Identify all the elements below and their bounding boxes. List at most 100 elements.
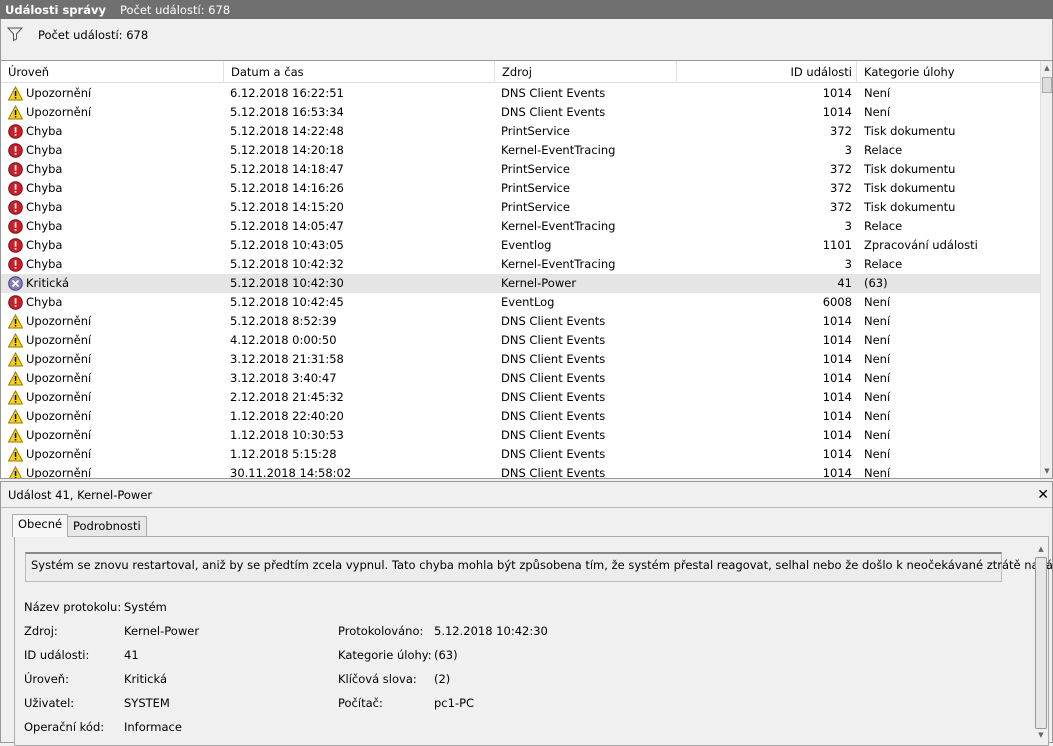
row-level: Upozornění bbox=[26, 314, 92, 328]
scroll-thumb[interactable] bbox=[1042, 77, 1052, 93]
table-row[interactable]: Upozornění 4.12.2018 0:00:50 DNS Client … bbox=[1, 331, 1041, 350]
table-row[interactable]: Upozornění 5.12.2018 16:53:34 DNS Client… bbox=[1, 103, 1041, 122]
detail-title: Událost 41, Kernel-Power bbox=[8, 488, 153, 502]
row-date: 5.12.2018 14:15:20 bbox=[230, 200, 344, 214]
field-value: pc1-PC bbox=[434, 696, 475, 710]
events-table: Úroveň Datum a čas Zdroj ID události Kat… bbox=[0, 60, 1053, 479]
field-label: Počítač: bbox=[338, 696, 383, 710]
row-date: 5.12.2018 14:05:47 bbox=[230, 219, 344, 233]
table-row[interactable]: Upozornění 1.12.2018 5:15:28 DNS Client … bbox=[1, 445, 1041, 464]
table-row[interactable]: Chyba 5.12.2018 14:15:20 PrintService 37… bbox=[1, 198, 1041, 217]
field-value: Kernel-Power bbox=[124, 624, 200, 638]
row-level: Chyba bbox=[26, 181, 63, 195]
app-title: Události správy bbox=[5, 2, 106, 17]
row-id: 3 bbox=[844, 219, 852, 233]
event-detail-pane: Událost 41, Kernel-Power ✕ Obecné Podrob… bbox=[0, 481, 1053, 746]
tab-details[interactable]: Podrobnosti bbox=[67, 516, 147, 536]
column-header-level[interactable]: Úroveň bbox=[1, 61, 224, 83]
row-category: Není bbox=[864, 447, 891, 461]
table-row[interactable]: Upozornění 6.12.2018 16:22:51 DNS Client… bbox=[1, 84, 1041, 103]
row-source: DNS Client Events bbox=[501, 447, 606, 461]
field-label: Operační kód: bbox=[24, 720, 105, 734]
table-row[interactable]: Upozornění 1.12.2018 22:40:20 DNS Client… bbox=[1, 407, 1041, 426]
warning-icon bbox=[8, 465, 23, 478]
row-id: 1014 bbox=[822, 390, 852, 404]
row-source: DNS Client Events bbox=[501, 409, 606, 423]
row-source: PrintService bbox=[501, 162, 570, 176]
scroll-down-icon[interactable]: ▼ bbox=[1034, 728, 1048, 742]
scroll-up-icon[interactable]: ▲ bbox=[1041, 61, 1052, 75]
column-header-category[interactable]: Kategorie úlohy bbox=[857, 61, 1041, 83]
column-header-id[interactable]: ID události bbox=[677, 61, 857, 83]
table-row[interactable]: Upozornění 3.12.2018 3:40:47 DNS Client … bbox=[1, 369, 1041, 388]
error-icon bbox=[8, 162, 23, 177]
general-panel: Systém se znovu restartoval, aniž by se … bbox=[14, 536, 1053, 746]
row-level: Chyba bbox=[26, 257, 63, 271]
row-date: 1.12.2018 5:15:28 bbox=[230, 447, 337, 461]
table-header: Úroveň Datum a čas Zdroj ID události Kat… bbox=[1, 61, 1041, 83]
row-id: 1014 bbox=[822, 86, 852, 100]
field-label: Zdroj: bbox=[24, 624, 58, 638]
row-level: Kritická bbox=[26, 276, 69, 290]
row-category: Není bbox=[864, 86, 891, 100]
scroll-up-icon[interactable]: ▲ bbox=[1034, 542, 1048, 556]
tab-general[interactable]: Obecné bbox=[12, 514, 69, 537]
row-source: PrintService bbox=[501, 181, 570, 195]
column-header-date[interactable]: Datum a čas bbox=[224, 61, 495, 83]
field-label: Uživatel: bbox=[24, 696, 75, 710]
row-id: 1014 bbox=[822, 314, 852, 328]
warning-icon bbox=[7, 427, 24, 443]
row-date: 5.12.2018 16:53:34 bbox=[230, 105, 344, 119]
row-category: Není bbox=[864, 333, 891, 347]
close-icon[interactable]: ✕ bbox=[1037, 482, 1049, 508]
detail-scrollbar[interactable]: ▲ ▼ bbox=[1034, 542, 1048, 742]
row-level: Chyba bbox=[26, 219, 63, 233]
table-row[interactable]: Chyba 5.12.2018 14:16:26 PrintService 37… bbox=[1, 179, 1041, 198]
table-row[interactable]: Chyba 5.12.2018 14:05:47 Kernel-EventTra… bbox=[1, 217, 1041, 236]
scroll-down-icon[interactable]: ▼ bbox=[1041, 464, 1052, 478]
scroll-thumb[interactable] bbox=[1035, 557, 1047, 729]
row-source: DNS Client Events bbox=[501, 428, 606, 442]
row-id: 372 bbox=[830, 162, 852, 176]
table-body: Upozornění 6.12.2018 16:22:51 DNS Client… bbox=[1, 84, 1041, 479]
field-label: Klíčová slova: bbox=[338, 672, 417, 686]
warning-icon bbox=[7, 446, 24, 462]
row-source: DNS Client Events bbox=[501, 333, 606, 347]
table-scrollbar[interactable]: ▲ ▼ bbox=[1040, 61, 1052, 478]
row-date: 5.12.2018 14:22:48 bbox=[230, 124, 344, 138]
row-source: DNS Client Events bbox=[501, 371, 606, 385]
table-row[interactable]: Upozornění 2.12.2018 21:45:32 DNS Client… bbox=[1, 388, 1041, 407]
row-source: Kernel-EventTracing bbox=[501, 219, 616, 233]
row-level: Upozornění bbox=[26, 333, 92, 347]
table-row[interactable]: Upozornění 30.11.2018 14:58:02 DNS Clien… bbox=[1, 464, 1041, 479]
table-row[interactable]: Upozornění 3.12.2018 21:31:58 DNS Client… bbox=[1, 350, 1041, 369]
table-row[interactable]: Chyba 5.12.2018 10:42:32 Kernel-EventTra… bbox=[1, 255, 1041, 274]
row-date: 5.12.2018 10:43:05 bbox=[230, 238, 344, 252]
table-row[interactable]: Chyba 5.12.2018 14:22:48 PrintService 37… bbox=[1, 122, 1041, 141]
table-row[interactable]: Kritická 5.12.2018 10:42:30 Kernel-Power… bbox=[1, 274, 1041, 293]
row-category: Není bbox=[864, 466, 891, 479]
title-bar: Události správy Počet událostí: 678 bbox=[0, 0, 1053, 19]
row-category: Není bbox=[864, 314, 891, 328]
filter-icon[interactable] bbox=[7, 27, 23, 41]
table-row[interactable]: Chyba 5.12.2018 14:18:47 PrintService 37… bbox=[1, 160, 1041, 179]
table-row[interactable]: Chyba 5.12.2018 10:42:45 EventLog 6008 N… bbox=[1, 293, 1041, 312]
table-row[interactable]: Upozornění 1.12.2018 10:30:53 DNS Client… bbox=[1, 426, 1041, 445]
row-category: (63) bbox=[864, 276, 888, 290]
column-header-source[interactable]: Zdroj bbox=[495, 61, 677, 83]
table-row[interactable]: Chyba 5.12.2018 14:20:18 Kernel-EventTra… bbox=[1, 141, 1041, 160]
row-id: 372 bbox=[830, 181, 852, 195]
row-date: 1.12.2018 10:30:53 bbox=[230, 428, 344, 442]
row-date: 2.12.2018 21:45:32 bbox=[230, 390, 344, 404]
table-row[interactable]: Upozornění 5.12.2018 8:52:39 DNS Client … bbox=[1, 312, 1041, 331]
critical-icon bbox=[8, 276, 23, 291]
row-date: 6.12.2018 16:22:51 bbox=[230, 86, 344, 100]
event-description[interactable]: Systém se znovu restartoval, aniž by se … bbox=[25, 552, 1053, 582]
row-level: Chyba bbox=[26, 238, 63, 252]
error-icon bbox=[8, 143, 23, 158]
error-icon bbox=[8, 238, 23, 253]
filter-bar: Počet událostí: 678 bbox=[0, 19, 1053, 60]
table-row[interactable]: Chyba 5.12.2018 10:43:05 Eventlog 1101 Z… bbox=[1, 236, 1041, 255]
row-level: Upozornění bbox=[26, 352, 92, 366]
warning-icon bbox=[7, 408, 24, 424]
